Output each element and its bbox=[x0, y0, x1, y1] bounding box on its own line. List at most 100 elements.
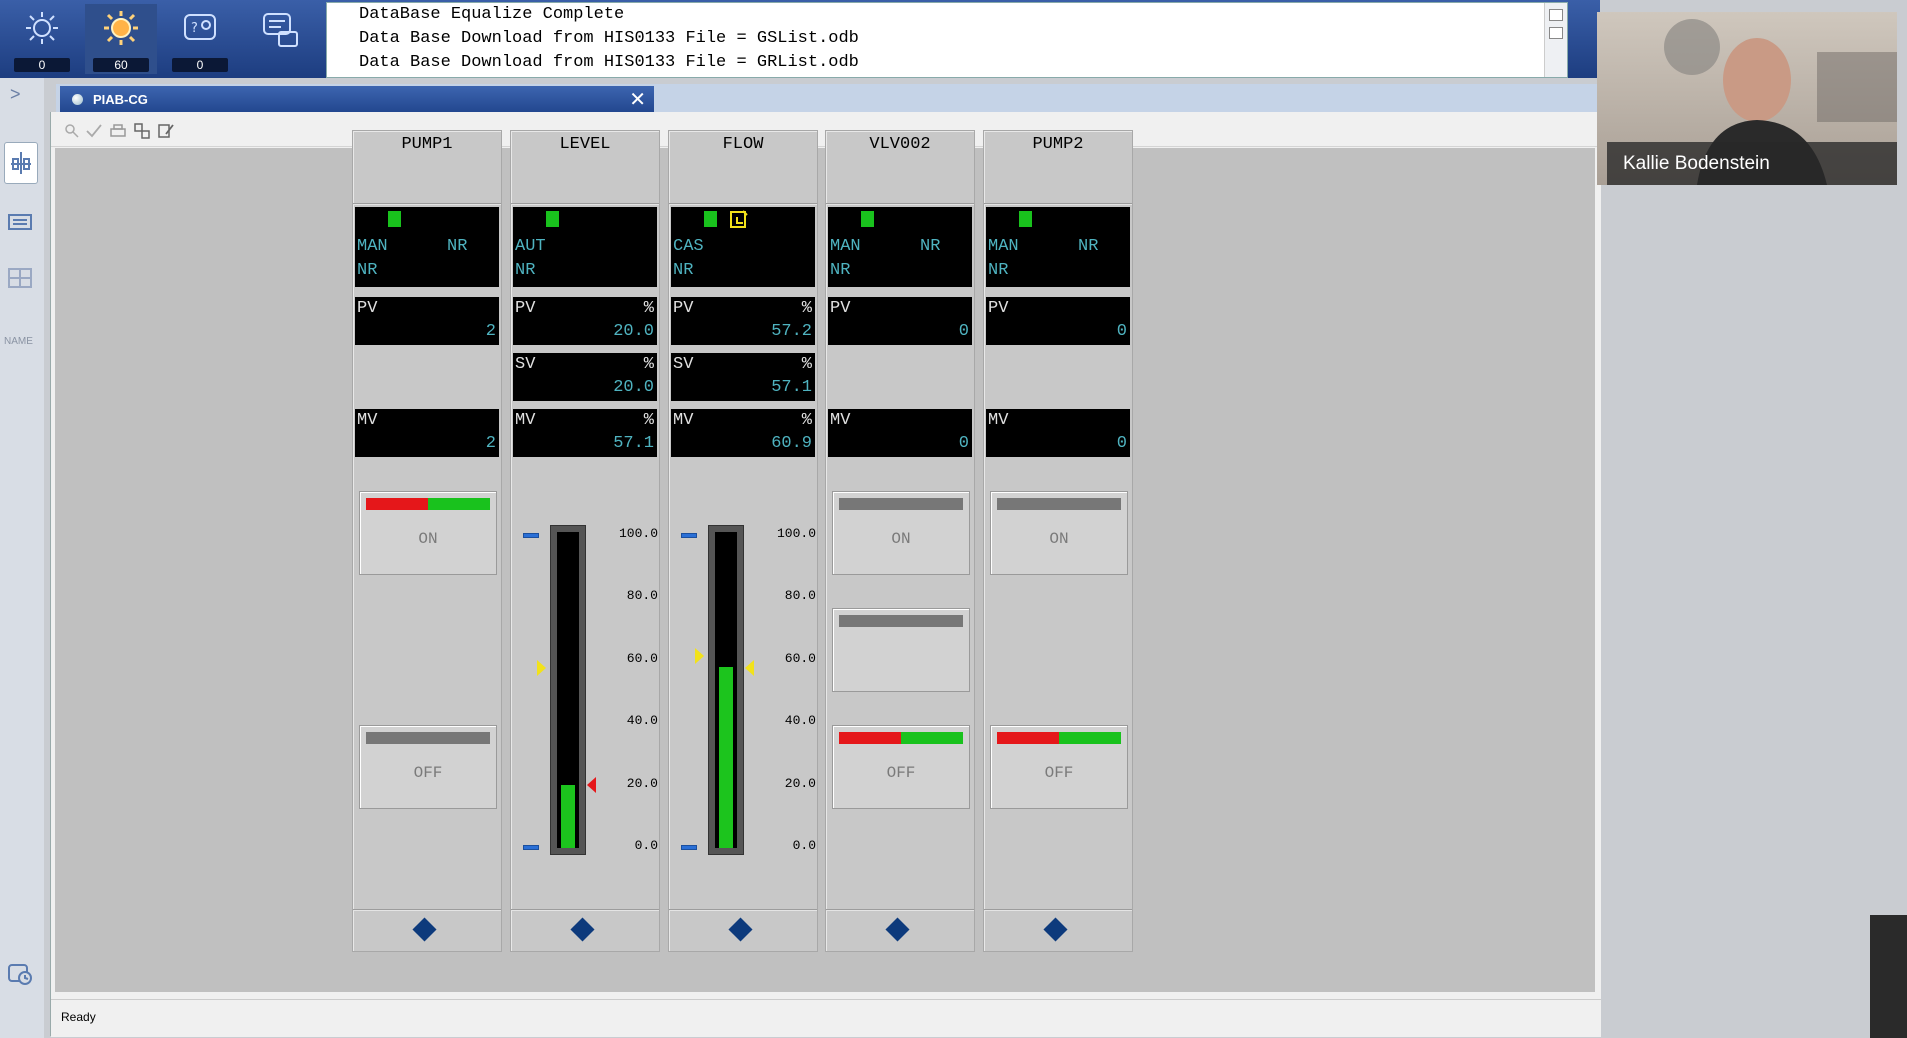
mode-status-block[interactable]: MAN NR NR bbox=[828, 207, 972, 287]
sv-label: SV bbox=[515, 355, 536, 374]
faceplate-flow[interactable]: FLOW CAS NR PV % 57.2 SV % 57.1 MV % 60.… bbox=[668, 130, 818, 952]
off-state-bar bbox=[366, 732, 490, 744]
mv-block[interactable]: MV 0 bbox=[986, 409, 1130, 457]
checkmark-icon[interactable] bbox=[85, 122, 103, 140]
table-view-button[interactable] bbox=[4, 258, 36, 298]
scale-label: 100.0 bbox=[776, 526, 816, 541]
pv-label: PV bbox=[673, 299, 694, 318]
on-switch-button[interactable]: ON bbox=[359, 491, 497, 575]
cascade-link-icon bbox=[730, 210, 748, 228]
mv-label: MV bbox=[515, 411, 536, 430]
mode-status-block[interactable]: CAS NR bbox=[671, 207, 815, 287]
scale-label: 20.0 bbox=[784, 776, 816, 791]
mode-status-block[interactable]: MAN NR NR bbox=[355, 207, 499, 287]
on-switch-button[interactable]: ON bbox=[832, 491, 970, 575]
message-line: DataBase Equalize Complete bbox=[359, 5, 625, 24]
scale-label: 40.0 bbox=[784, 713, 816, 728]
divider bbox=[511, 909, 659, 911]
mv-block[interactable]: MV % 57.1 bbox=[513, 409, 657, 457]
low-limit-marker[interactable] bbox=[523, 845, 539, 850]
keyboard-view-button[interactable] bbox=[4, 200, 36, 240]
scale-label: 100.0 bbox=[618, 526, 658, 541]
history-button[interactable] bbox=[4, 954, 36, 994]
pv-value: 20.0 bbox=[613, 322, 654, 341]
faceplate-pump2[interactable]: PUMP2 MAN NR NR PV 0 MV 0 ON OFF bbox=[983, 130, 1133, 952]
mv-block[interactable]: MV 2 bbox=[355, 409, 499, 457]
divider bbox=[511, 203, 659, 205]
off-label: OFF bbox=[1044, 764, 1074, 782]
scroll-handle[interactable] bbox=[1870, 915, 1907, 1038]
tag-name: PUMP2 bbox=[1032, 135, 1084, 154]
mode-text: CAS bbox=[673, 237, 704, 256]
sv-block[interactable]: SV % 20.0 bbox=[513, 353, 657, 401]
mode-text: MAN bbox=[830, 237, 861, 256]
sv-pointer[interactable] bbox=[745, 659, 754, 676]
pv-label: PV bbox=[830, 299, 851, 318]
faceplate-vlv002[interactable]: VLV002 MAN NR NR PV 0 MV 0 ON OFF bbox=[825, 130, 975, 952]
faceplate-pump1[interactable]: PUMP1 MAN NR NR PV 2 MV 2 ON OFF bbox=[352, 130, 502, 952]
pv-bar-fill bbox=[561, 785, 575, 848]
scale-label: 60.0 bbox=[626, 651, 658, 666]
mv-label: MV bbox=[830, 411, 851, 430]
operator-guide-button[interactable]: ? 0 bbox=[164, 4, 236, 74]
system-alarm-button[interactable]: 60 bbox=[85, 4, 157, 74]
faceplate-select-icon[interactable] bbox=[728, 917, 753, 942]
message-monitor-button[interactable] bbox=[243, 4, 315, 74]
print-icon[interactable] bbox=[109, 122, 127, 140]
expand-panel-button[interactable]: > bbox=[10, 84, 21, 105]
close-icon[interactable]: ✕ bbox=[629, 87, 646, 112]
search-icon[interactable] bbox=[63, 122, 81, 140]
faceplate-select-icon[interactable] bbox=[885, 917, 910, 942]
divider bbox=[984, 203, 1132, 205]
mode-status-block[interactable]: MAN NR NR bbox=[986, 207, 1130, 287]
off-state-bar bbox=[997, 732, 1121, 744]
message-scroll-controls[interactable] bbox=[1544, 3, 1567, 77]
mv-label: MV bbox=[673, 411, 694, 430]
divider bbox=[669, 909, 817, 911]
tab-status-icon bbox=[72, 94, 83, 105]
low-limit-marker[interactable] bbox=[681, 845, 697, 850]
process-alarm-icon bbox=[26, 12, 58, 44]
off-switch-button[interactable]: OFF bbox=[359, 725, 497, 809]
on-state-bar bbox=[997, 498, 1121, 510]
faceplate-level[interactable]: LEVEL AUT NR PV % 20.0 SV % 20.0 MV % 57… bbox=[510, 130, 660, 952]
mode-status-block[interactable]: AUT NR bbox=[513, 207, 657, 287]
history-icon bbox=[8, 964, 32, 985]
pv-bargraph bbox=[550, 525, 586, 855]
sub-status: NR bbox=[515, 261, 536, 280]
acknowledge-icon[interactable] bbox=[1549, 27, 1563, 39]
sv-pointer[interactable] bbox=[587, 776, 596, 793]
mv-block[interactable]: MV % 60.9 bbox=[671, 409, 815, 457]
tab-piab-cg[interactable]: PIAB-CG ✕ bbox=[60, 86, 654, 112]
expand-icon[interactable] bbox=[1549, 9, 1563, 21]
high-limit-marker[interactable] bbox=[681, 533, 697, 538]
pv-unit: % bbox=[643, 299, 654, 318]
high-limit-marker[interactable] bbox=[523, 533, 539, 538]
middle-switch-button[interactable] bbox=[832, 608, 970, 692]
system-alarm-count: 60 bbox=[93, 58, 149, 72]
window-tab-strip: PIAB-CG ✕ bbox=[56, 84, 1600, 112]
off-switch-button[interactable]: OFF bbox=[832, 725, 970, 809]
faceplate-select-icon[interactable] bbox=[412, 917, 437, 942]
graphic-view-button[interactable] bbox=[4, 142, 38, 184]
tuning-icon[interactable] bbox=[133, 122, 151, 140]
alarm-status: NR bbox=[920, 237, 941, 256]
mv-pointer[interactable] bbox=[537, 659, 546, 676]
sub-status: NR bbox=[988, 261, 1009, 280]
off-switch-button[interactable]: OFF bbox=[990, 725, 1128, 809]
tab-title: PIAB-CG bbox=[93, 92, 148, 107]
video-call-thumbnail[interactable]: Kallie Bodenstein bbox=[1597, 12, 1897, 185]
scale-label: 40.0 bbox=[626, 713, 658, 728]
edit-icon[interactable] bbox=[157, 122, 175, 140]
sv-block[interactable]: SV % 57.1 bbox=[671, 353, 815, 401]
off-state-bar bbox=[839, 732, 963, 744]
on-switch-button[interactable]: ON bbox=[990, 491, 1128, 575]
mv-pointer[interactable] bbox=[695, 647, 704, 664]
pv-label: PV bbox=[357, 299, 378, 318]
message-monitor-icon bbox=[263, 13, 298, 47]
faceplate-select-icon[interactable] bbox=[1043, 917, 1068, 942]
process-alarm-button[interactable]: 0 bbox=[6, 4, 78, 74]
faceplate-select-icon[interactable] bbox=[570, 917, 595, 942]
mv-block[interactable]: MV 0 bbox=[828, 409, 972, 457]
scale-label: 0.0 bbox=[634, 838, 658, 853]
